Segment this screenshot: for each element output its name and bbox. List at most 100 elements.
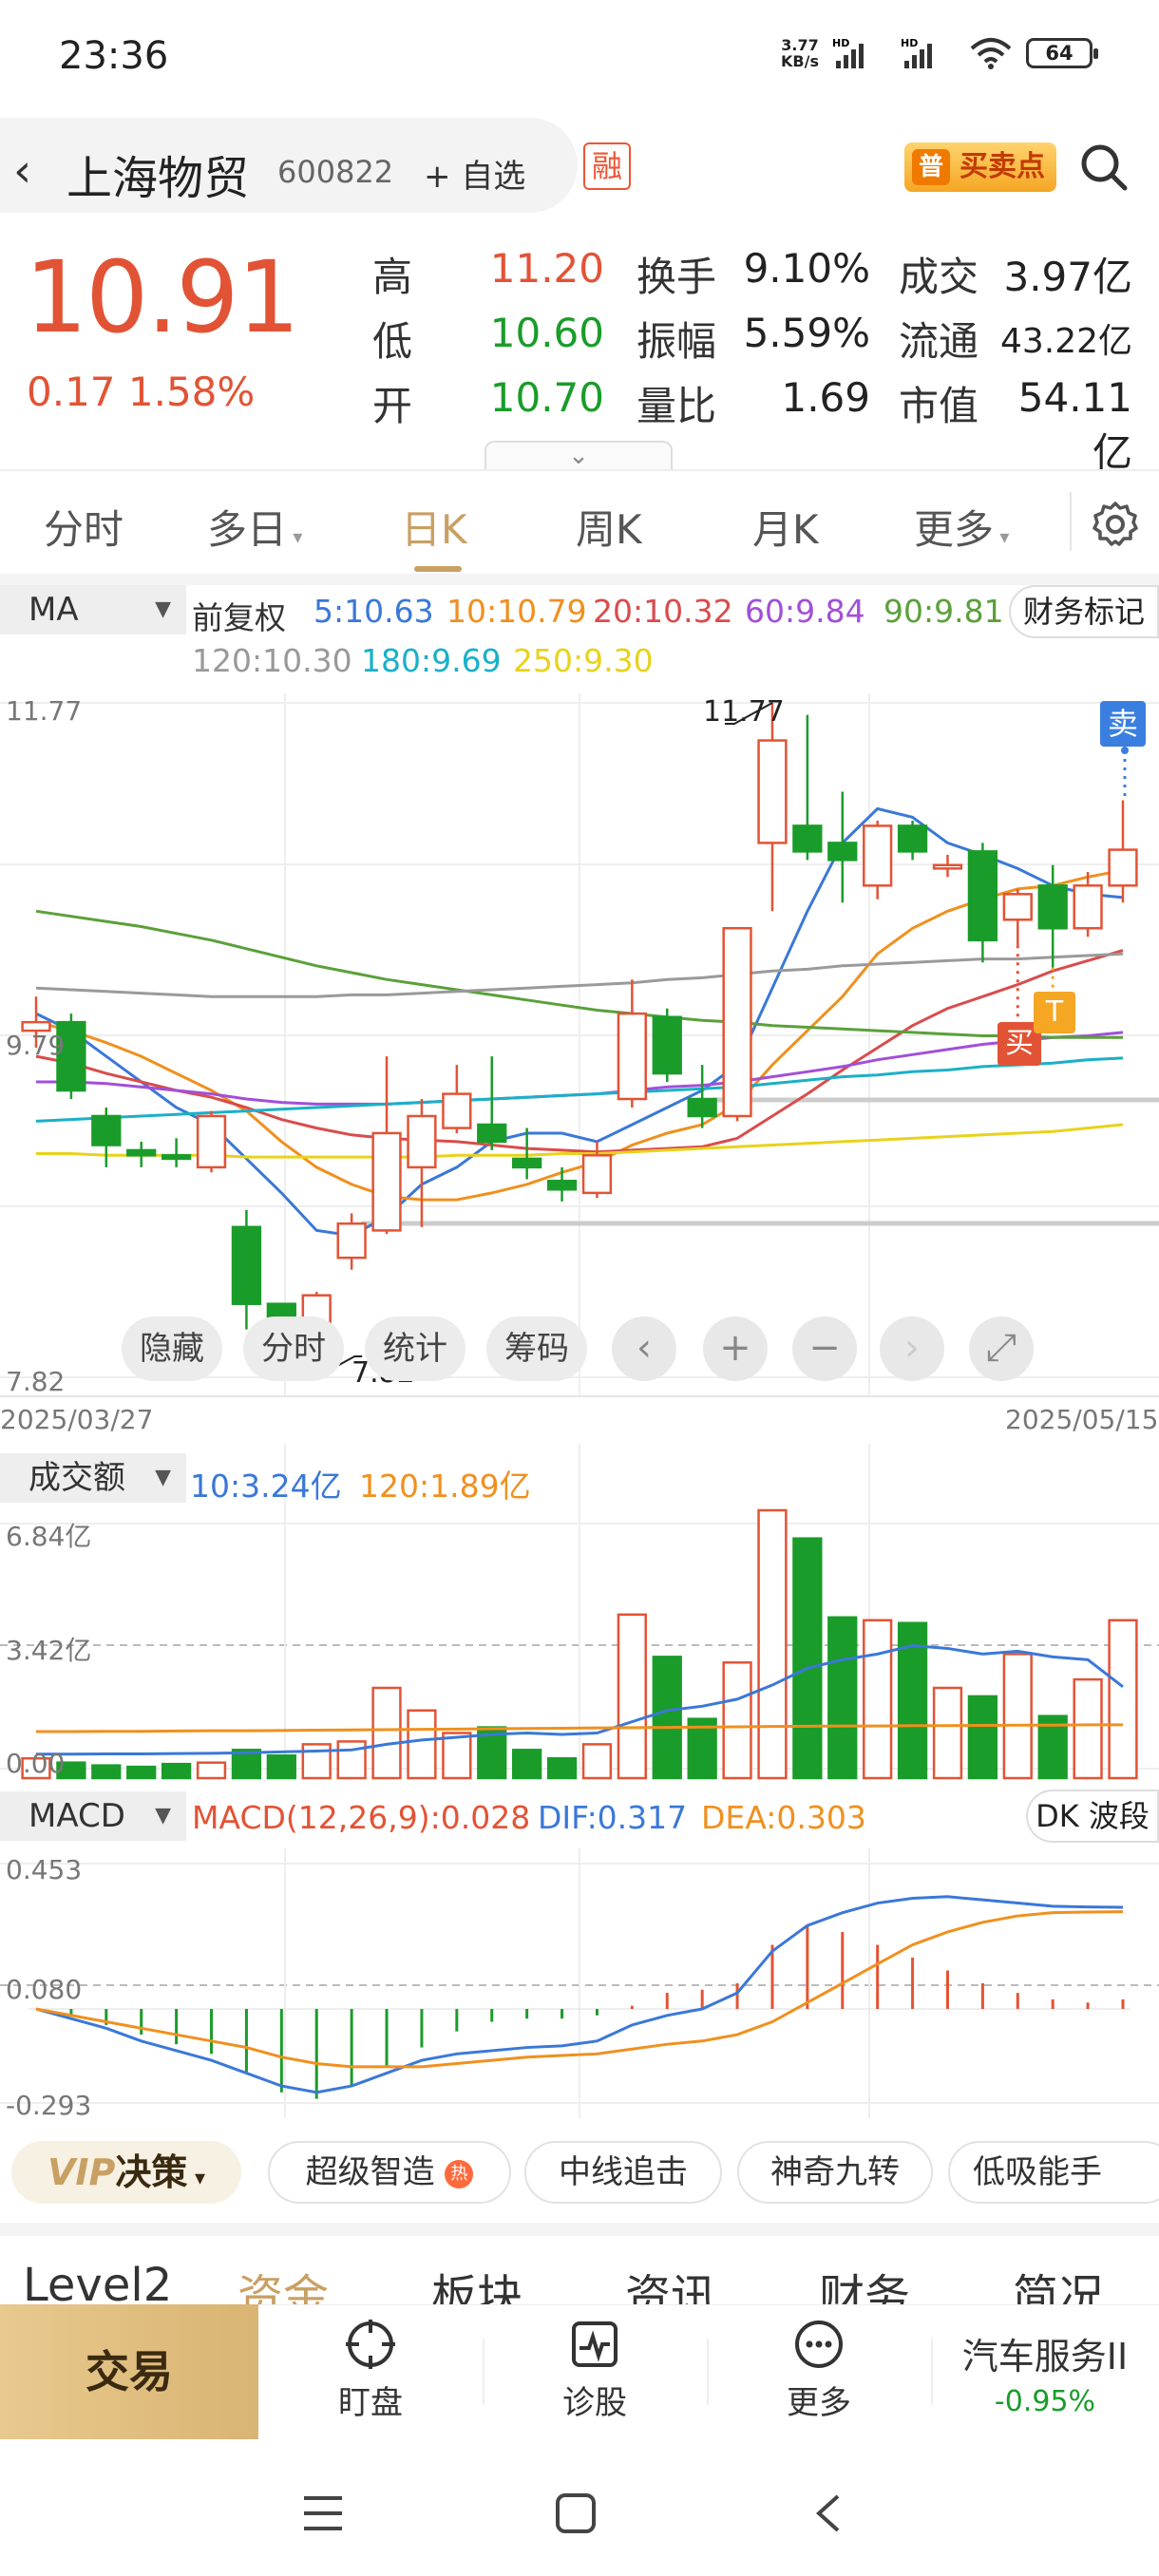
y-axis-top: 11.77 bbox=[6, 695, 83, 727]
macd-dif: DIF:0.317 bbox=[538, 1799, 688, 1836]
candle-body bbox=[581, 1154, 613, 1195]
t-signal-tag[interactable]: T bbox=[1034, 992, 1075, 1033]
divider bbox=[707, 2339, 709, 2405]
candle-body bbox=[126, 1148, 157, 1157]
volume-bar bbox=[1108, 1619, 1138, 1780]
volume-bar bbox=[407, 1709, 437, 1780]
date-start: 2025/03/27 bbox=[0, 1404, 154, 1435]
candle-body bbox=[196, 1114, 227, 1169]
candle-body bbox=[792, 824, 823, 853]
zoom-in-icon[interactable]: + bbox=[703, 1316, 768, 1381]
volume-bar bbox=[932, 1686, 963, 1780]
volume-bar bbox=[371, 1686, 402, 1780]
candle-body bbox=[863, 824, 893, 887]
candle-body bbox=[897, 824, 928, 853]
volume-bar bbox=[617, 1613, 647, 1780]
volume-bar bbox=[512, 1749, 542, 1780]
sector-change: -0.95% bbox=[994, 2385, 1096, 2418]
vip-logo-icon: VIP bbox=[47, 2151, 116, 2193]
chart-pulse-icon bbox=[572, 2321, 618, 2367]
strategy-low-buy[interactable]: 低吸能手 bbox=[948, 2141, 1159, 2204]
volume-bar bbox=[266, 1754, 296, 1780]
hide-button[interactable]: 隐藏 bbox=[122, 1316, 222, 1381]
hot-flame-icon: 热 bbox=[445, 2159, 474, 2188]
diagnose-button[interactable]: 诊股 bbox=[538, 2318, 652, 2423]
strategy-mid-chase[interactable]: 中线追击 bbox=[524, 2141, 722, 2204]
candle-body bbox=[91, 1114, 122, 1146]
chips-button[interactable]: 筹码 bbox=[486, 1316, 587, 1381]
fullscreen-icon[interactable]: ⤢ bbox=[969, 1316, 1034, 1381]
candle-body bbox=[722, 927, 752, 1118]
divider bbox=[483, 2339, 484, 2405]
volume-bar bbox=[967, 1695, 998, 1780]
volume-bar bbox=[442, 1732, 472, 1780]
candle-body bbox=[1108, 848, 1138, 887]
candle-body bbox=[231, 1225, 262, 1305]
volume-bar bbox=[581, 1743, 613, 1780]
stats-button[interactable]: 统计 bbox=[365, 1316, 466, 1381]
candle-body bbox=[546, 1180, 578, 1191]
home-icon[interactable] bbox=[555, 2492, 597, 2534]
zoom-out-icon[interactable]: − bbox=[792, 1316, 857, 1381]
volume-bar bbox=[722, 1661, 752, 1780]
scroll-left-icon[interactable]: ‹ bbox=[612, 1316, 676, 1381]
strategy-label: 超级智造 bbox=[305, 2153, 435, 2191]
volume-selector[interactable]: 成交额 bbox=[0, 1453, 186, 1503]
dropdown-caret-icon: ▾ bbox=[187, 2167, 206, 2190]
section-gap bbox=[0, 2223, 1159, 2236]
volume-bar bbox=[827, 1616, 858, 1780]
volume-bar bbox=[91, 1764, 122, 1780]
high-marker-label: 11.77 bbox=[703, 695, 785, 729]
system-nav-bar bbox=[0, 2451, 1159, 2576]
stock-detail-screen: 23:36 3.77 KB/s HD HD 64 ‹ 上海物贸 600822 +… bbox=[0, 0, 1159, 2576]
candle-body bbox=[1037, 884, 1068, 930]
volume-bar bbox=[652, 1656, 682, 1780]
strategy-magic-nine[interactable]: 神奇九转 bbox=[737, 2141, 933, 2204]
timeshare-button[interactable]: 分时 bbox=[243, 1316, 344, 1381]
volume-bar bbox=[546, 1756, 578, 1780]
candle-body bbox=[512, 1157, 542, 1169]
strategy-super-manufacture[interactable]: 超级智造 热 bbox=[268, 2141, 511, 2204]
date-end: 2025/05/15 bbox=[1005, 1404, 1159, 1435]
volume-y-mid: 3.42亿 bbox=[6, 1635, 92, 1666]
dk-wave-button[interactable]: DK 波段 bbox=[1026, 1790, 1159, 1843]
volume-bar bbox=[757, 1508, 788, 1780]
candle-body bbox=[336, 1222, 367, 1260]
crosshair-icon bbox=[346, 2320, 395, 2369]
candle-body bbox=[932, 863, 963, 870]
candle-body bbox=[1002, 893, 1033, 921]
vip-decision-label: 决策 bbox=[115, 2151, 188, 2193]
volume-bar bbox=[1073, 1677, 1103, 1780]
watch-label: 盯盘 bbox=[338, 2384, 403, 2422]
y-axis-bottom: 7.82 bbox=[6, 1366, 66, 1397]
candle-body bbox=[652, 1015, 682, 1075]
volume-bar bbox=[161, 1762, 192, 1780]
candle-body bbox=[407, 1114, 437, 1169]
watch-button[interactable]: 盯盘 bbox=[314, 2318, 428, 2423]
volume-ma10: 10:3.24亿 bbox=[190, 1468, 342, 1505]
more-dots-icon bbox=[795, 2320, 843, 2368]
candle-body bbox=[687, 1097, 717, 1118]
volume-y-top: 6.84亿 bbox=[6, 1521, 92, 1552]
sell-signal-tag[interactable]: 卖 bbox=[1100, 701, 1146, 747]
volume-ma120: 120:1.89亿 bbox=[359, 1468, 531, 1505]
macd-y-top: 0.453 bbox=[6, 1854, 83, 1885]
volume-bar bbox=[1002, 1653, 1033, 1780]
menu-icon[interactable] bbox=[302, 2494, 344, 2532]
sector-info[interactable]: 汽车服务II -0.95% bbox=[940, 2327, 1150, 2418]
back-icon[interactable] bbox=[813, 2492, 842, 2534]
scroll-right-icon[interactable]: › bbox=[880, 1316, 944, 1381]
vip-decision-button[interactable]: VIP决策 ▾ bbox=[11, 2141, 241, 2204]
trade-button[interactable]: 交易 bbox=[0, 2304, 258, 2439]
volume-bar bbox=[196, 1761, 227, 1780]
macd-dea: DEA:0.303 bbox=[701, 1799, 866, 1836]
more-label: 更多 bbox=[787, 2384, 851, 2422]
candle-body bbox=[477, 1123, 507, 1144]
volume-bar bbox=[126, 1765, 157, 1780]
macd-value: MACD(12,26,9):0.028 bbox=[192, 1799, 531, 1836]
volume-bar bbox=[792, 1537, 823, 1780]
macd-selector[interactable]: MACD bbox=[0, 1791, 186, 1841]
volume-y-bottom: 0.00 bbox=[6, 1748, 66, 1779]
candle-body bbox=[161, 1154, 192, 1161]
more-button[interactable]: 更多 bbox=[762, 2318, 876, 2423]
